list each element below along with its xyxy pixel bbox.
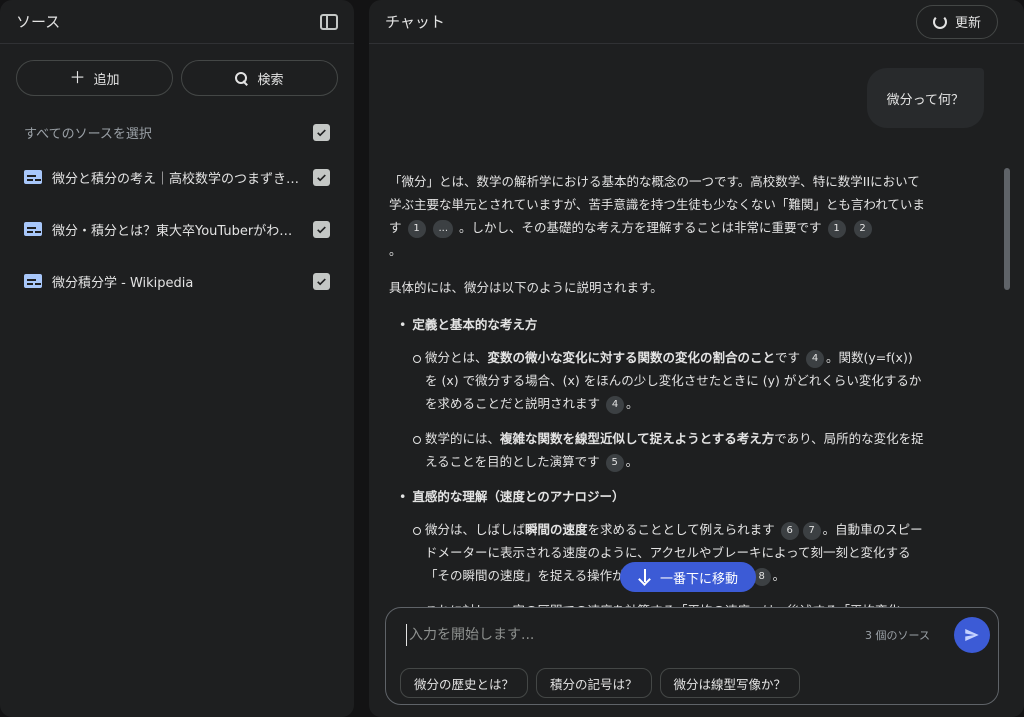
scroll-to-bottom-button[interactable]: 一番下に移動	[620, 562, 757, 592]
sources-title: ソース	[16, 13, 61, 31]
answer-text: 微分は、しばしば	[425, 522, 526, 537]
chat-title: チャット	[385, 13, 445, 31]
sources-panel: ソース ＋ 追加 検索 すべてのソースを選択 微分と積分の考え｜高校数学のつまず…	[0, 0, 354, 717]
search-source-label: 検索	[257, 72, 284, 88]
citation-chip[interactable]: 5	[605, 453, 624, 472]
add-source-button[interactable]: ＋ 追加	[16, 60, 173, 96]
document-icon	[24, 274, 42, 288]
source-checkbox[interactable]	[313, 272, 330, 290]
add-source-label: 追加	[93, 72, 120, 88]
collapse-panel-icon[interactable]	[320, 13, 338, 30]
citation-chip[interactable]: 2	[853, 219, 872, 238]
chat-composer: 3 個のソース 微分の歴史とは？ 積分の記号は？ 微分は線型写像か？	[385, 607, 999, 705]
refresh-button[interactable]: 更新	[915, 4, 998, 39]
checkmark-icon	[317, 225, 326, 233]
answer-paragraph: 具体的には、微分は以下のように説明されます。	[389, 280, 663, 295]
checkmark-icon	[317, 128, 326, 136]
search-source-button[interactable]: 検索	[181, 60, 338, 96]
search-icon	[235, 71, 249, 85]
bullet-heading: • 定義と基本的な考え方	[389, 313, 929, 336]
select-all-row[interactable]: すべてのソースを選択	[0, 122, 354, 142]
source-item-label: 微分・積分とは？東大卒YouTuberがわかりやすく解説	[52, 223, 302, 239]
bullet-heading: • 直感的な理解（速度とのアナロジー）	[389, 485, 929, 508]
citation-chip[interactable]: ...	[433, 219, 454, 238]
bullet-dot: •	[399, 317, 407, 332]
bullet-title: 直感的な理解（速度とのアナロジー）	[412, 489, 625, 504]
document-icon	[24, 222, 42, 236]
source-item[interactable]: 微分・積分とは？東大卒YouTuberがわかりやすく解説	[0, 219, 354, 239]
answer-bold-text: 瞬間の速度	[525, 522, 588, 537]
bullet-dot: •	[399, 489, 407, 504]
refresh-label: 更新	[954, 16, 981, 31]
citation-chip[interactable]: 6	[780, 521, 799, 540]
answer-text: 。	[389, 243, 402, 258]
refresh-icon	[932, 14, 947, 29]
answer-text: 。しかし、その基礎的な考え方を理解することは非常に重要です	[459, 220, 822, 235]
sources-header: ソース	[0, 0, 354, 44]
user-message: 微分って何？	[866, 68, 984, 128]
answer-paragraph: 「微分」とは、数学の解析学における基本的な概念の一つです。高校数学、特に数学II…	[389, 170, 929, 262]
select-all-checkbox[interactable]	[313, 123, 330, 141]
suggestion-chip[interactable]: 積分の記号は？	[536, 668, 652, 698]
send-button[interactable]	[954, 617, 990, 653]
checkmark-icon	[317, 277, 326, 285]
chat-header: チャット 更新	[369, 0, 1024, 44]
citation-chip[interactable]: 1	[827, 219, 846, 238]
citation-chip[interactable]: 1	[407, 219, 426, 238]
chat-input[interactable]	[406, 624, 826, 646]
suggestion-chip[interactable]: 微分の歴史とは？	[400, 668, 529, 698]
suggestion-chips: 微分の歴史とは？ 積分の記号は？ 微分は線型写像か？	[400, 668, 801, 698]
sub-bullet: 数学的には、複雑な関数を線型近似して捉えようとする考え方であり、局所的な変化を捉…	[389, 427, 929, 473]
select-all-label: すべてのソースを選択	[24, 126, 152, 142]
source-item[interactable]: 微分積分学 - Wikipedia	[0, 271, 354, 291]
answer-text: を求めることとして例えられます	[587, 522, 775, 537]
answer-text: 数学的には、	[425, 431, 501, 446]
document-icon	[24, 170, 42, 184]
answer-bold-text: 変数の微小な変化に対する関数の変化の割合のこと	[487, 350, 776, 365]
citation-chip[interactable]: 4	[606, 395, 624, 414]
answer-text: 。	[626, 396, 639, 411]
chat-panel: チャット 更新 微分って何？ 「微分」とは、数学の解析学における基本的な概念の一…	[369, 0, 1024, 717]
checkmark-icon	[317, 173, 326, 181]
citation-chip[interactable]: 7	[802, 521, 821, 540]
bullet-title: 定義と基本的な考え方	[412, 317, 538, 332]
source-count: 3 個のソース	[865, 629, 930, 642]
plus-icon: ＋	[69, 68, 86, 87]
citation-chip[interactable]: 4	[806, 349, 825, 368]
source-item-label: 微分積分学 - Wikipedia	[52, 275, 194, 291]
source-checkbox[interactable]	[313, 220, 330, 238]
arrow-down-icon	[638, 569, 652, 585]
scroll-to-bottom-label: 一番下に移動	[660, 571, 739, 587]
chat-scrollbar[interactable]	[1004, 168, 1010, 290]
source-item[interactable]: 微分と積分の考え｜高校数学のつまずきポイント	[0, 167, 354, 187]
answer-bold-text: 複雑な関数を線型近似して捉えようとする考え方	[500, 431, 775, 446]
answer-text: 。	[625, 454, 639, 469]
sub-bullet: 微分とは、変数の微小な変化に対する関数の変化の割合のことです 4 。関数(y=f(…	[389, 346, 929, 415]
source-checkbox[interactable]	[313, 168, 330, 186]
sources-actions: ＋ 追加 検索	[0, 44, 354, 96]
source-item-label: 微分と積分の考え｜高校数学のつまずきポイント	[52, 171, 302, 187]
suggestion-chip[interactable]: 微分は線型写像か？	[659, 668, 801, 698]
answer-text: 微分とは、	[425, 350, 488, 365]
answer-text: 。	[772, 568, 786, 583]
answer-text: です	[775, 350, 801, 365]
send-icon	[965, 629, 979, 641]
